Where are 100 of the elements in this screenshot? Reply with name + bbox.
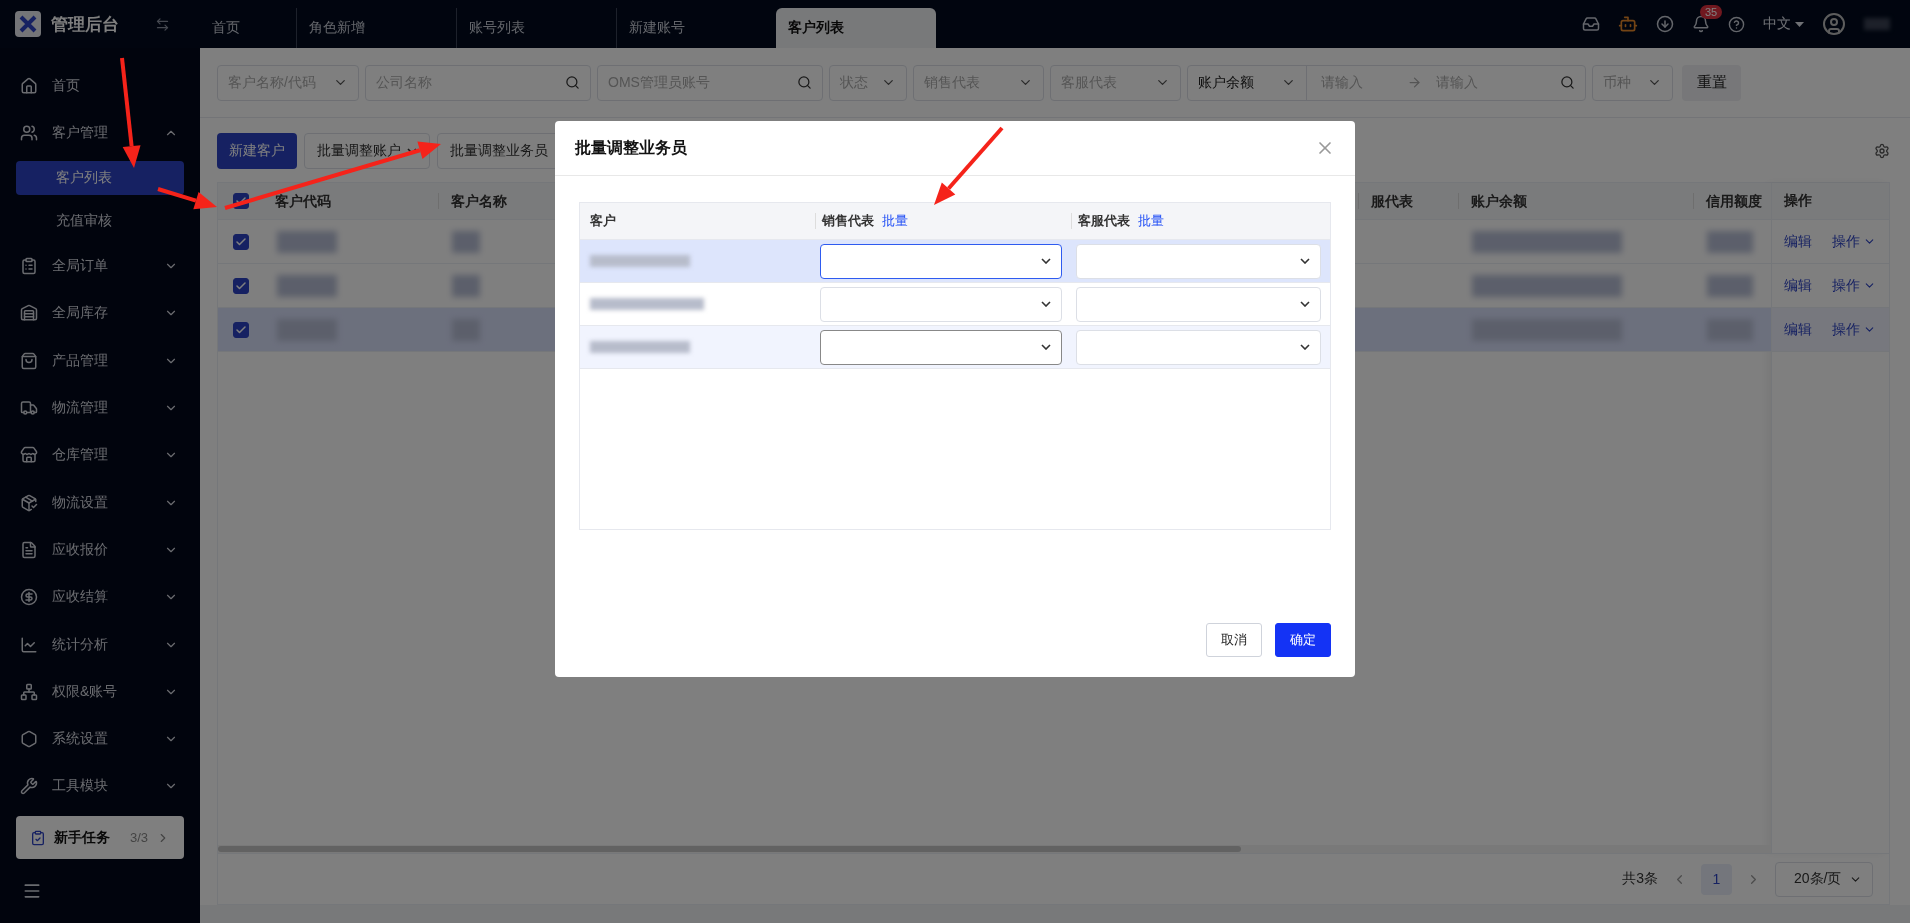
swap-icon[interactable] xyxy=(155,16,170,32)
logo-icon xyxy=(15,11,41,37)
rep-select[interactable] xyxy=(820,329,1062,365)
total-count: 共3条 xyxy=(1622,870,1658,888)
sidebar-subitem[interactable]: 充值审核 xyxy=(16,203,184,239)
page-tab[interactable]: 客户列表 xyxy=(776,8,936,48)
language-menu-button[interactable]: 中文 xyxy=(1763,15,1804,33)
edit-link[interactable]: 编辑 xyxy=(1784,320,1812,339)
edit-link[interactable]: 编辑 xyxy=(1784,232,1812,251)
check-icon xyxy=(234,279,247,292)
chevron-down-icon xyxy=(1041,258,1051,264)
clipboard-icon xyxy=(30,829,46,846)
inbox-icon[interactable] xyxy=(1582,15,1600,33)
caret-icon xyxy=(1795,21,1804,27)
toolbar-button[interactable]: 新建客户 xyxy=(217,133,297,169)
sidebar-item[interactable]: 仓库管理 xyxy=(0,431,200,479)
package-icon xyxy=(20,493,38,512)
sidebar-item[interactable]: 全局库存 xyxy=(0,289,200,337)
bag-icon xyxy=(20,351,38,370)
document-icon xyxy=(20,540,38,559)
search-icon xyxy=(1560,75,1575,90)
chevron-down-icon xyxy=(407,148,417,154)
column-header: 客服代表 xyxy=(1078,213,1130,229)
cancel-button[interactable]: 取消 xyxy=(1206,623,1262,657)
column-header: 账户余额 xyxy=(1458,193,1693,209)
search-icon xyxy=(565,75,580,90)
row-checkbox[interactable] xyxy=(232,233,249,250)
range-type-select[interactable]: 账户余额 xyxy=(1188,65,1307,100)
truck-icon xyxy=(20,398,38,417)
row-checkbox[interactable] xyxy=(232,277,249,294)
blurred-text xyxy=(1707,274,1753,297)
bell-icon[interactable] xyxy=(1692,15,1710,33)
check-icon xyxy=(234,235,247,248)
sidebar-item[interactable]: 产品管理 xyxy=(0,336,200,385)
blurred-text xyxy=(277,274,337,297)
check-icon xyxy=(234,323,247,336)
blurred-text xyxy=(1707,230,1753,253)
arrow-right-icon xyxy=(1407,75,1422,90)
warehouse-icon xyxy=(20,304,38,323)
column-header: 信用额度 xyxy=(1693,193,1771,209)
store-icon xyxy=(20,446,38,465)
sidebar-item[interactable]: 统计分析 xyxy=(0,620,200,669)
actions-dropdown[interactable]: 操作 xyxy=(1832,232,1876,251)
reset-button[interactable]: 重置 xyxy=(1682,64,1741,101)
search-icon xyxy=(797,75,812,90)
sidebar-item[interactable]: 系统设置 xyxy=(0,715,200,763)
app-title: 管理后台 xyxy=(51,13,119,36)
actions-dropdown[interactable]: 操作 xyxy=(1832,276,1876,295)
sidebar-item[interactable]: 工具模块 xyxy=(0,762,200,811)
help-icon[interactable] xyxy=(1728,15,1745,33)
chevron-down-icon xyxy=(1041,344,1051,350)
batch-link[interactable]: 批量 xyxy=(882,213,908,229)
chevron-down-icon xyxy=(1041,301,1051,307)
robot-icon[interactable] xyxy=(1618,14,1638,34)
avatar-icon[interactable] xyxy=(1822,12,1846,36)
sidebar-item[interactable]: 应收报价 xyxy=(0,526,200,574)
download-icon[interactable] xyxy=(1656,15,1674,33)
column-header: 服代表 xyxy=(1358,193,1458,209)
edit-link[interactable]: 编辑 xyxy=(1784,276,1812,295)
page-size-select[interactable]: 20条/页 xyxy=(1775,861,1873,897)
task-card[interactable]: 新手任务 3/3 xyxy=(16,816,184,859)
house-icon xyxy=(20,76,38,95)
notification-badge: 35 xyxy=(1700,5,1723,19)
hierarchy-icon xyxy=(20,682,38,701)
toolbar-button[interactable]: 批量调整账户 xyxy=(304,133,430,169)
dialog-title: 批量调整业务员 xyxy=(575,137,687,158)
column-header: 操作 xyxy=(1772,183,1889,220)
column-header: 客户代码 xyxy=(274,193,332,209)
dollar-icon xyxy=(20,588,38,607)
annotation-arrow xyxy=(157,187,217,210)
blurred-text xyxy=(277,230,337,253)
sidebar-item[interactable]: 权限&账号 xyxy=(0,668,200,716)
blurred-text xyxy=(452,230,480,253)
sidebar-item[interactable]: 全局订单 xyxy=(0,242,200,290)
scrollbar-thumb[interactable] xyxy=(218,846,1241,852)
column-header: 客户 xyxy=(590,213,616,229)
chevron-down-icon xyxy=(1300,344,1310,350)
chart-icon xyxy=(20,635,38,654)
confirm-button[interactable]: 确定 xyxy=(1275,623,1331,657)
sidebar-item[interactable]: 物流管理 xyxy=(0,384,200,432)
settings-icon[interactable] xyxy=(1874,143,1890,159)
sidebar-item[interactable]: 首页 xyxy=(0,62,200,110)
column-header: 销售代表 xyxy=(822,213,874,229)
sidebar-item[interactable]: 应收结算 xyxy=(0,573,200,621)
page-number[interactable]: 1 xyxy=(1701,863,1732,895)
page-tab[interactable]: 首页 xyxy=(200,8,296,48)
clipboard-icon xyxy=(20,257,38,275)
chevron-down-icon xyxy=(1300,258,1310,264)
row-checkbox[interactable] xyxy=(232,321,249,338)
wrench-icon xyxy=(20,777,38,796)
sidebar-subitem[interactable]: 客户列表 xyxy=(16,160,184,196)
chevron-down-icon xyxy=(1300,301,1310,307)
blurred-text xyxy=(452,274,480,297)
rep-select[interactable] xyxy=(820,243,1062,279)
actions-dropdown[interactable]: 操作 xyxy=(1832,320,1876,339)
sidebar-item[interactable]: 物流设置 xyxy=(0,478,200,527)
users-icon xyxy=(20,123,38,142)
hexagon-icon xyxy=(20,730,38,749)
blurred-user-name xyxy=(1864,18,1890,30)
batch-link[interactable]: 批量 xyxy=(1138,213,1164,229)
